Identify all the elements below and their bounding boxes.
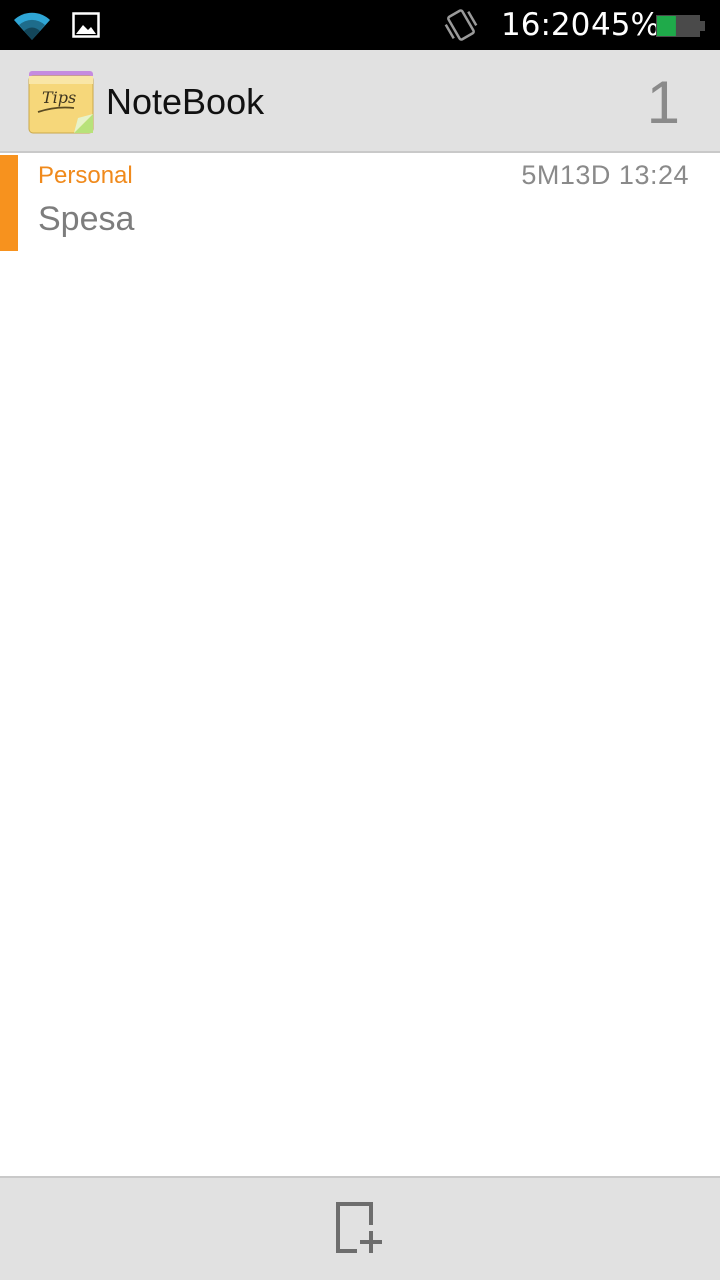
screen: 16:20 45% Tips NoteBook 1 Personal 5M13D… (0, 0, 720, 1280)
status-bar: 16:20 45% (0, 0, 720, 50)
action-bar: Tips NoteBook 1 (0, 50, 720, 153)
note-count: 1 (646, 69, 680, 136)
add-note-icon (336, 1202, 382, 1253)
clock: 16:20 (501, 7, 591, 43)
add-note-button[interactable] (320, 1188, 400, 1268)
gallery-icon (72, 12, 100, 38)
note-title: Spesa (38, 200, 135, 238)
note-timestamp: 5M13D 13:24 (521, 160, 689, 190)
wifi-icon (14, 12, 50, 41)
app-title: NoteBook (106, 81, 265, 122)
note-color-strip (0, 155, 18, 251)
bottom-bar (0, 1176, 720, 1280)
vibrate-icon (444, 9, 478, 41)
battery-icon (656, 15, 705, 37)
notebook-app-icon[interactable]: Tips (26, 68, 96, 136)
note-category: Personal (38, 162, 133, 189)
note-item[interactable]: Personal 5M13D 13:24 Spesa (0, 155, 720, 251)
battery-percent: 45% (591, 7, 660, 43)
note-list: Personal 5M13D 13:24 Spesa (0, 155, 720, 251)
app-icon-label: Tips (42, 88, 76, 107)
